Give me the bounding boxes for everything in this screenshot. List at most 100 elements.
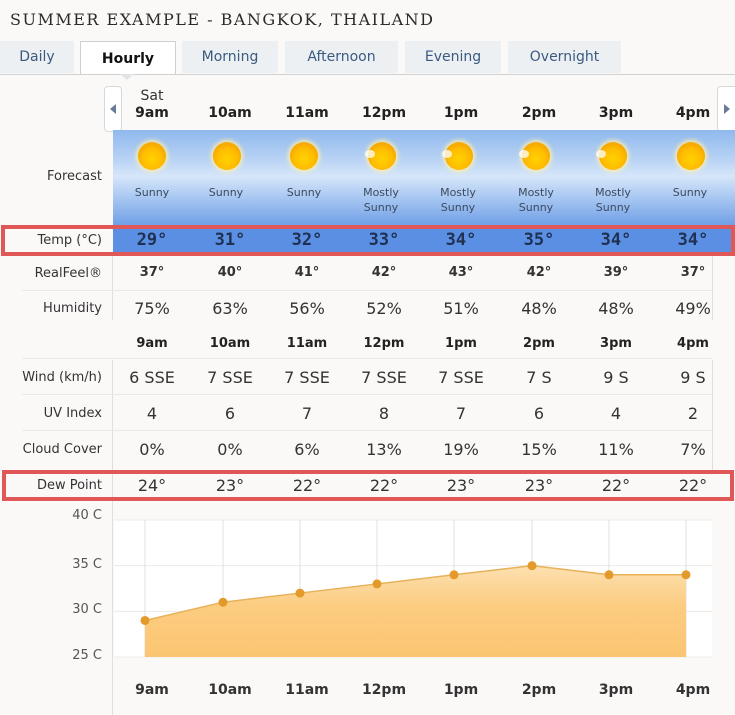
- tab-divider: [0, 74, 735, 75]
- dew-point-value: 22°: [678, 476, 708, 495]
- y-tick-label: 35 C: [72, 556, 102, 572]
- x-tick-label: 2pm: [521, 682, 557, 698]
- realfeel-value: 41°: [294, 265, 320, 280]
- condition-line: Sunny: [518, 201, 554, 214]
- wind-value: 7 SSE: [207, 368, 253, 387]
- hour-label: 2pm: [521, 105, 557, 121]
- humidity-value: 48%: [521, 299, 557, 318]
- temp-point[interactable]: [372, 579, 382, 589]
- condition-line: Sunny: [363, 201, 399, 214]
- temp-value: 32°: [291, 230, 323, 250]
- tab-overnight[interactable]: Overnight: [508, 41, 621, 73]
- hour-label: 10am: [209, 336, 251, 351]
- row-divider: [22, 394, 712, 395]
- uv-value: 6: [533, 404, 545, 423]
- humidity-value: 56%: [289, 299, 325, 318]
- dew-point-value: 22°: [601, 476, 631, 495]
- cloud-cover-value: 0%: [217, 440, 243, 459]
- humidity-label: Humidity: [43, 301, 102, 316]
- condition-line: Mostly: [363, 186, 399, 199]
- mostly-sunny-icon: [596, 142, 627, 170]
- dew-point-value: 23°: [215, 476, 245, 495]
- x-tick-label: 10am: [208, 682, 252, 698]
- temp-value: 33°: [368, 230, 400, 250]
- row-divider: [22, 430, 712, 431]
- hour-label: 10am: [208, 105, 252, 121]
- x-tick-label: 12pm: [361, 682, 407, 698]
- day-label: Sat: [140, 88, 164, 104]
- condition-text: Mostly Sunny: [574, 185, 652, 215]
- temp-point[interactable]: [681, 570, 691, 580]
- dew-label: Dew Point: [36, 478, 102, 493]
- condition-text: Sunny: [265, 185, 343, 200]
- mostly-sunny-icon: [365, 142, 396, 170]
- x-tick-label: 4pm: [675, 682, 711, 698]
- tab-evening[interactable]: Evening: [405, 41, 501, 73]
- hour-label: 9am: [135, 105, 169, 121]
- view-tabs: Daily Hourly Morning Afternoon Evening O…: [0, 41, 735, 75]
- tab-morning[interactable]: Morning: [182, 41, 278, 73]
- wind-value: 7 SSE: [361, 368, 407, 387]
- temp-point[interactable]: [604, 570, 614, 580]
- realfeel-value: 40°: [217, 265, 243, 280]
- sunny-icon: [138, 142, 166, 170]
- hour-label: 3pm: [598, 105, 634, 121]
- hour-label: 11am: [286, 336, 328, 351]
- hour-header: Sat 9am: [113, 88, 191, 122]
- uv-label: UV Index: [43, 406, 102, 421]
- cloud-cover-value: 0%: [139, 440, 165, 459]
- mostly-sunny-icon: [442, 142, 473, 170]
- cloud-cover-value: 19%: [443, 440, 479, 459]
- sunny-icon: [290, 142, 318, 170]
- hour-header: 3pm: [577, 105, 655, 122]
- realfeel-value: 37°: [139, 265, 165, 280]
- wind-value: 9 S: [680, 368, 706, 387]
- temp-point[interactable]: [218, 597, 228, 607]
- realfeel-value: 37°: [680, 265, 706, 280]
- temp-point[interactable]: [140, 615, 150, 625]
- hour-label: 1pm: [445, 336, 477, 351]
- cloud-cover-value: 7%: [680, 440, 706, 459]
- humidity-value: 52%: [366, 299, 402, 318]
- temp-point[interactable]: [527, 561, 537, 571]
- uv-value: 7: [455, 404, 467, 423]
- y-tick-label: 30 C: [72, 602, 102, 618]
- hour-header: 1pm: [422, 105, 500, 122]
- sunny-icon: [677, 142, 705, 170]
- condition-line: Sunny: [134, 186, 170, 199]
- temp-point[interactable]: [449, 570, 459, 580]
- temp-value: 34°: [445, 230, 477, 250]
- sunny-icon: [213, 142, 241, 170]
- condition-line: Sunny: [595, 201, 631, 214]
- tab-afternoon[interactable]: Afternoon: [285, 41, 398, 73]
- cloud-cover-value: 6%: [294, 440, 320, 459]
- x-tick-label: 11am: [285, 682, 329, 698]
- row-divider: [22, 358, 712, 359]
- y-tick-label: 40 C: [72, 508, 102, 523]
- hour-label: 4pm: [677, 336, 709, 351]
- row-divider: [22, 290, 712, 291]
- cloud-cover-value: 15%: [521, 440, 557, 459]
- uv-value: 4: [146, 404, 158, 423]
- hour-label: 12pm: [361, 105, 407, 121]
- realfeel-value: 42°: [371, 265, 397, 280]
- y-tick-label: 25 C: [72, 648, 102, 663]
- humidity-value: 75%: [134, 299, 170, 318]
- hour-label: 4pm: [675, 105, 711, 121]
- temp-value: 34°: [600, 230, 632, 250]
- cloud-label: Cloud Cover: [22, 442, 102, 457]
- temp-value: 31°: [214, 230, 246, 250]
- tab-hourly[interactable]: Hourly: [80, 41, 176, 75]
- temp-point[interactable]: [295, 588, 305, 598]
- hour-header: 12pm: [345, 105, 423, 122]
- hour-label: 2pm: [523, 336, 555, 351]
- active-tab-pointer: [120, 74, 134, 80]
- tab-daily[interactable]: Daily: [0, 41, 74, 73]
- condition-text: Mostly Sunny: [419, 185, 497, 215]
- x-tick-label: 1pm: [443, 682, 479, 698]
- cloud-cover-value: 11%: [598, 440, 634, 459]
- hour-header: 10am: [191, 105, 269, 122]
- humidity-value: 63%: [212, 299, 248, 318]
- condition-line: Sunny: [208, 186, 244, 199]
- temp-label: Temp (°C): [37, 233, 103, 248]
